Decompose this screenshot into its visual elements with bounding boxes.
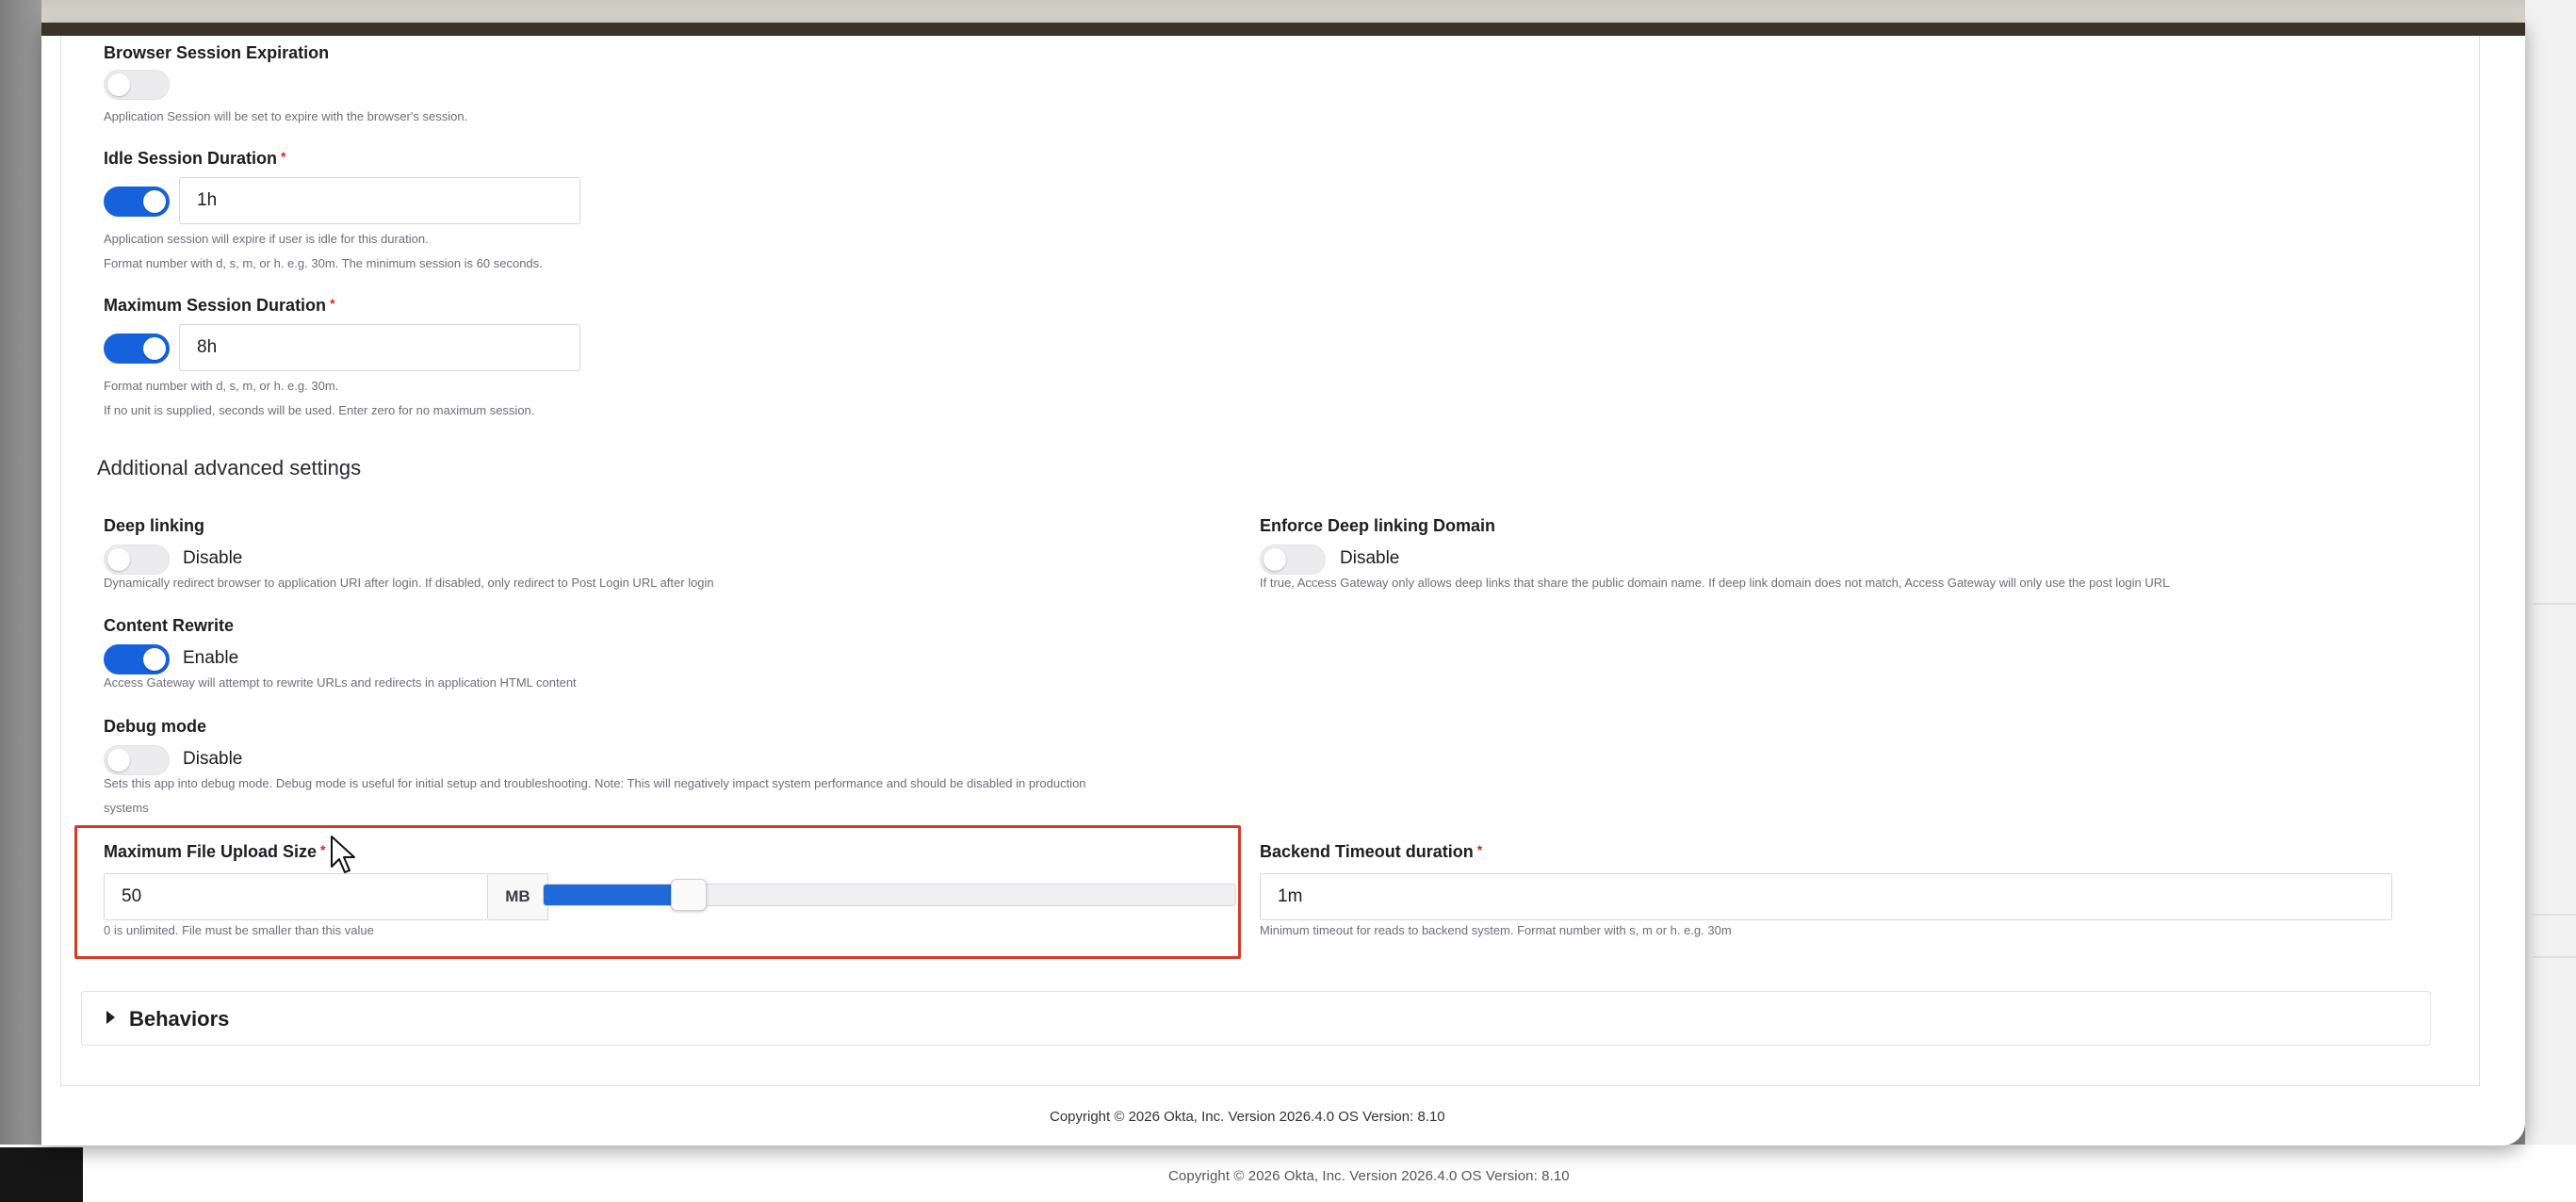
toggle-knob (143, 337, 166, 360)
debug-mode-label: Debug mode (104, 717, 207, 736)
backend-timeout-duration-hint: Minimum timeout for reads to backend sys… (1260, 923, 1732, 937)
deep-linking-label: Deep linking (104, 516, 205, 535)
content-rewrite-toggle[interactable] (104, 644, 170, 674)
enforce-deep-linking-domain-state: Disable (1340, 548, 1400, 568)
idle-session-duration-label: Idle Session Duration * (104, 149, 286, 168)
behaviors-label: Behaviors (129, 1007, 230, 1031)
required-mark: * (320, 842, 326, 857)
browser-session-expiration-label: Browser Session Expiration (104, 43, 330, 62)
debug-mode-hint: Sets this app into debug mode. Debug mod… (104, 776, 1086, 790)
footer-copyright: Copyright © 2026 Okta, Inc. Version 2026… (1050, 1109, 1445, 1125)
toggle-knob (107, 73, 130, 96)
required-mark: * (330, 296, 335, 311)
toggle-knob (1264, 548, 1286, 571)
background-divider (2533, 914, 2576, 916)
file-upload-size-slider[interactable] (543, 879, 1236, 911)
maximum-file-upload-size-label: Maximum File Upload Size * (104, 842, 326, 861)
deep-linking-hint: Dynamically redirect browser to applicat… (104, 576, 714, 590)
background-right (2525, 0, 2576, 1202)
enforce-deep-linking-domain-hint: If true, Access Gateway only allows deep… (1260, 576, 2170, 590)
idle-session-duration-format-hint: Format number with d, s, m, or h. e.g. 3… (104, 256, 543, 270)
behaviors-section[interactable]: Behaviors (81, 991, 2431, 1046)
mouse-cursor-icon (331, 836, 355, 873)
required-mark: * (281, 149, 286, 164)
slider-thumb[interactable] (671, 879, 707, 911)
maximum-session-duration-toggle[interactable] (104, 333, 170, 364)
maximum-session-duration-unit-hint: If no unit is supplied, seconds will be … (104, 403, 535, 417)
deep-linking-state: Disable (183, 548, 243, 568)
app-window: Browser Session Expiration Application S… (41, 23, 2525, 1145)
file-size-unit: MB (488, 873, 548, 920)
background-dark-corner (0, 1147, 83, 1202)
background-divider (2533, 603, 2576, 605)
deep-linking-toggle[interactable] (104, 544, 170, 575)
maximum-file-upload-size-input[interactable]: 50 (104, 873, 488, 920)
idle-session-duration-input[interactable]: 1h (179, 177, 580, 224)
debug-mode-state: Disable (183, 749, 243, 769)
background-left (0, 0, 41, 1202)
slider-fill (544, 885, 682, 905)
content-rewrite-hint: Access Gateway will attempt to rewrite U… (104, 675, 577, 690)
toggle-knob (143, 190, 166, 213)
background-divider (2533, 956, 2576, 958)
maximum-session-duration-input[interactable]: 8h (179, 324, 580, 371)
caret-right-icon (106, 1011, 115, 1024)
idle-session-duration-hint: Application session will expire if user … (104, 232, 429, 246)
browser-session-expiration-toggle[interactable] (104, 70, 170, 100)
content-rewrite-label: Content Rewrite (104, 616, 235, 635)
idle-session-duration-toggle[interactable] (104, 187, 170, 217)
enforce-deep-linking-domain-label: Enforce Deep linking Domain (1260, 516, 1496, 535)
advanced-settings-title: Additional advanced settings (97, 456, 362, 479)
content-rewrite-state: Enable (183, 648, 239, 668)
maximum-session-duration-hint: Format number with d, s, m, or h. e.g. 3… (104, 379, 339, 393)
backend-timeout-duration-label: Backend Timeout duration * (1260, 842, 1483, 861)
toggle-knob (107, 548, 130, 571)
debug-mode-hint-continued: systems (104, 801, 149, 815)
toggle-knob (143, 648, 166, 671)
backend-timeout-duration-input[interactable]: 1m (1260, 873, 2392, 920)
browser-session-expiration-hint: Application Session will be set to expir… (104, 109, 468, 123)
maximum-file-upload-size-hint: 0 is unlimited. File must be smaller tha… (104, 923, 374, 937)
toggle-knob (107, 749, 130, 772)
debug-mode-toggle[interactable] (104, 745, 170, 775)
background-footer-text: Copyright © 2026 Okta, Inc. Version 2026… (1168, 1168, 1570, 1184)
enforce-deep-linking-domain-toggle[interactable] (1260, 544, 1326, 575)
maximum-session-duration-label: Maximum Session Duration * (104, 296, 335, 315)
required-mark: * (1476, 842, 1483, 857)
window-top-bar (41, 23, 2525, 36)
